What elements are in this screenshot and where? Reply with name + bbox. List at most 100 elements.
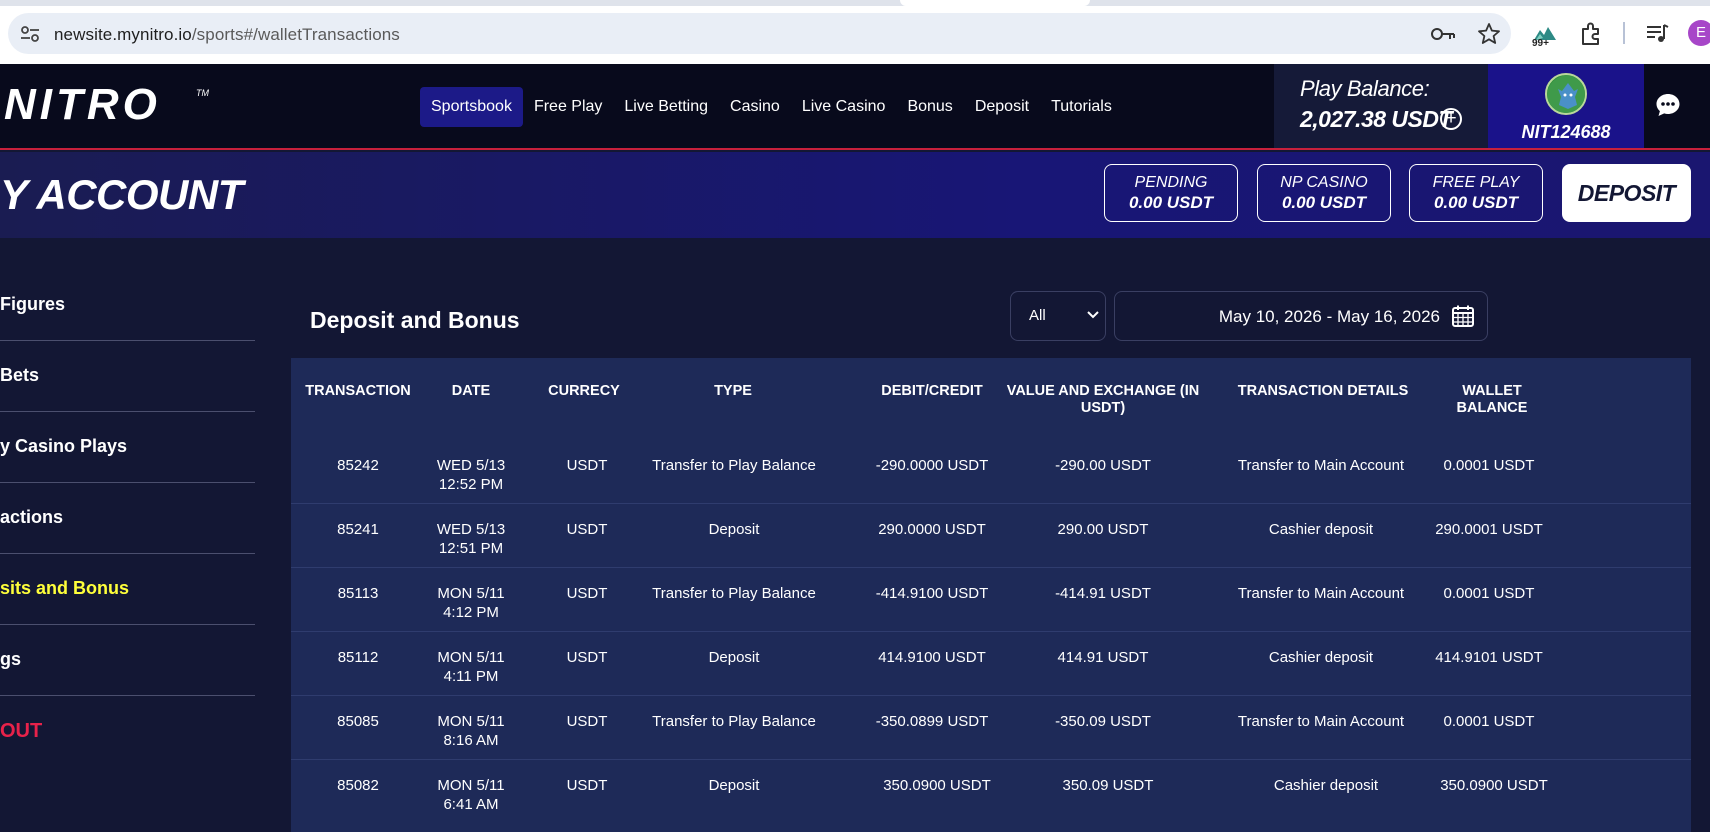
sidebar-item-bets[interactable]: Bets — [0, 341, 255, 412]
url-path: /sports#/walletTransactions — [191, 25, 400, 44]
free-play-value: 0.00 USDT — [1433, 193, 1519, 212]
address-bar[interactable]: newsite.mynitro.io/sports#/walletTransac… — [8, 13, 1511, 54]
nav-tutorials[interactable]: Tutorials — [1040, 87, 1123, 127]
cell-transaction: 85082 — [337, 777, 379, 794]
table-row: 85082 MON 5/11 6:41 AM USDT Deposit 350.0… — [291, 760, 1691, 824]
main-nav: Sportsbook Free Play Live Betting Casino… — [420, 87, 1123, 127]
add-balance-button[interactable]: + — [1440, 108, 1462, 130]
toolbar-separator — [1623, 22, 1625, 44]
cell-debit-credit: -414.9100 USDT — [875, 585, 989, 602]
cell-date: MON 5/11 4:12 PM — [421, 584, 521, 622]
calendar-icon[interactable] — [1451, 304, 1475, 328]
nav-free-play[interactable]: Free Play — [523, 87, 613, 127]
col-value-exchange: VALUE AND EXCHANGE (IN USDT) — [1006, 383, 1200, 416]
cell-value: -290.00 USDT — [1055, 457, 1151, 474]
sidebar-item-deposits-bonus[interactable]: sits and Bonus — [0, 554, 255, 625]
cell-date-day: MON 5/11 — [437, 713, 505, 730]
cell-currency: USDT — [566, 457, 608, 474]
cell-details: Transfer to Main Account — [1237, 713, 1405, 730]
tab-strip — [0, 0, 1710, 6]
np-casino-value: 0.00 USDT — [1281, 193, 1367, 212]
bookmark-star-icon[interactable] — [1477, 22, 1501, 46]
cell-currency: USDT — [566, 521, 608, 538]
cell-wallet-balance: 0.0001 USDT — [1443, 457, 1535, 474]
cell-details: Cashier deposit — [1273, 777, 1379, 794]
cell-transaction: 85241 — [337, 521, 379, 538]
sidebar-item-figures[interactable]: Figures — [0, 270, 255, 341]
nav-casino[interactable]: Casino — [719, 87, 791, 127]
col-transaction: TRANSACTION — [305, 383, 411, 399]
cell-type: Deposit — [708, 777, 760, 794]
col-date: DATE — [451, 383, 491, 399]
username: NIT124688 — [1521, 122, 1611, 142]
sidebar-item-casino-plays[interactable]: y Casino Plays — [0, 412, 255, 483]
cell-type: Deposit — [708, 521, 760, 538]
cell-date-day: MON 5/11 — [437, 649, 505, 666]
profile-avatar[interactable]: E — [1688, 20, 1710, 46]
date-range-text: May 10, 2026 - May 16, 2026 — [1218, 307, 1440, 326]
user-account-button[interactable]: NIT124688 — [1488, 64, 1644, 148]
col-wallet-balance: WALLET BALANCE — [1456, 383, 1528, 416]
cell-debit-credit: 414.9100 USDT — [878, 649, 986, 666]
nav-live-casino[interactable]: Live Casino — [791, 87, 897, 127]
logo-trademark: TM — [196, 88, 209, 98]
cell-debit-credit: 290.0000 USDT — [878, 521, 986, 538]
cell-date: MON 5/11 6:41 AM — [421, 776, 521, 814]
nav-bonus[interactable]: Bonus — [896, 87, 963, 127]
table-row: 85241 WED 5/13 12:51 PM USDT Deposit 290.… — [291, 504, 1691, 568]
chevron-down-icon — [1087, 311, 1099, 319]
site-logo[interactable]: NITRO — [4, 80, 161, 130]
sidebar-item-transactions[interactable]: actions — [0, 483, 255, 554]
cell-date-time: 12:52 PM — [438, 476, 504, 493]
media-playlist-icon[interactable] — [1644, 18, 1670, 50]
cell-date-time: 8:16 AM — [443, 732, 499, 749]
deposit-button[interactable]: DEPOSIT — [1562, 164, 1691, 222]
table-row: 85112 MON 5/11 4:11 PM USDT Deposit 414.9… — [291, 632, 1691, 696]
cell-currency: USDT — [566, 585, 608, 602]
cell-wallet-balance: 290.0001 USDT — [1435, 521, 1543, 538]
cell-wallet-balance: 0.0001 USDT — [1443, 713, 1535, 730]
cell-date-time: 12:51 PM — [438, 540, 504, 557]
browser-toolbar: newsite.mynitro.io/sports#/walletTransac… — [0, 0, 1710, 64]
cell-debit-credit: 350.0900 USDT — [883, 777, 991, 794]
extensions-puzzle-icon[interactable] — [1578, 18, 1604, 50]
type-filter-select[interactable]: All — [1010, 291, 1106, 341]
sidebar-item-logout[interactable]: OUT — [0, 696, 255, 767]
cell-transaction: 85085 — [337, 713, 379, 730]
date-range-picker[interactable]: May 10, 2026 - May 16, 2026 — [1114, 291, 1488, 341]
play-balance-value: 2,027.38 USDT — [1300, 106, 1453, 132]
cell-transaction: 85113 — [337, 585, 379, 602]
cell-details: Transfer to Main Account — [1237, 457, 1405, 474]
table-row: 85113 MON 5/11 4:12 PM USDT Transfer to P… — [291, 568, 1691, 632]
user-avatar — [1545, 73, 1587, 115]
col-transaction-details: TRANSACTION DETAILS — [1237, 383, 1409, 399]
cell-date-day: MON 5/11 — [437, 777, 505, 794]
cell-wallet-balance: 350.0900 USDT — [1440, 777, 1548, 794]
site-header: NITRO TM Sportsbook Free Play Live Betti… — [0, 64, 1710, 150]
play-balance: Play Balance: 2,027.38 USDT + — [1274, 64, 1488, 148]
chat-icon[interactable] — [1655, 92, 1681, 118]
cell-date-day: WED 5/13 — [436, 521, 506, 538]
cell-date-time: 4:12 PM — [443, 604, 499, 621]
table-row: 85242 WED 5/13 12:52 PM USDT Transfer to … — [291, 440, 1691, 504]
pending-balance: PENDING 0.00 USDT — [1104, 164, 1238, 222]
cell-date: MON 5/11 8:16 AM — [421, 712, 521, 750]
free-play-label: FREE PLAY — [1432, 174, 1520, 191]
cell-wallet-balance: 0.0001 USDT — [1443, 585, 1535, 602]
nav-live-betting[interactable]: Live Betting — [613, 87, 719, 127]
col-debit-credit: DEBIT/CREDIT — [881, 383, 983, 399]
cell-details: Cashier deposit — [1268, 521, 1374, 538]
cell-currency: USDT — [566, 777, 608, 794]
cell-debit-credit: -290.0000 USDT — [875, 457, 989, 474]
sidebar-item-settings[interactable]: gs — [0, 625, 255, 696]
site-settings-icon[interactable] — [20, 25, 40, 43]
cell-value: -414.91 USDT — [1055, 585, 1151, 602]
free-play-balance: FREE PLAY 0.00 USDT — [1409, 164, 1543, 222]
nav-sportsbook[interactable]: Sportsbook — [420, 87, 523, 127]
cell-details: Transfer to Main Account — [1237, 585, 1405, 602]
url-text[interactable]: newsite.mynitro.io/sports#/walletTransac… — [54, 25, 400, 45]
key-icon[interactable] — [1430, 24, 1456, 44]
table-header: TRANSACTION DATE CURRECY TYPE DEBIT/CRED… — [291, 358, 1691, 440]
nav-deposit[interactable]: Deposit — [964, 87, 1040, 127]
cell-type: Deposit — [708, 649, 760, 666]
